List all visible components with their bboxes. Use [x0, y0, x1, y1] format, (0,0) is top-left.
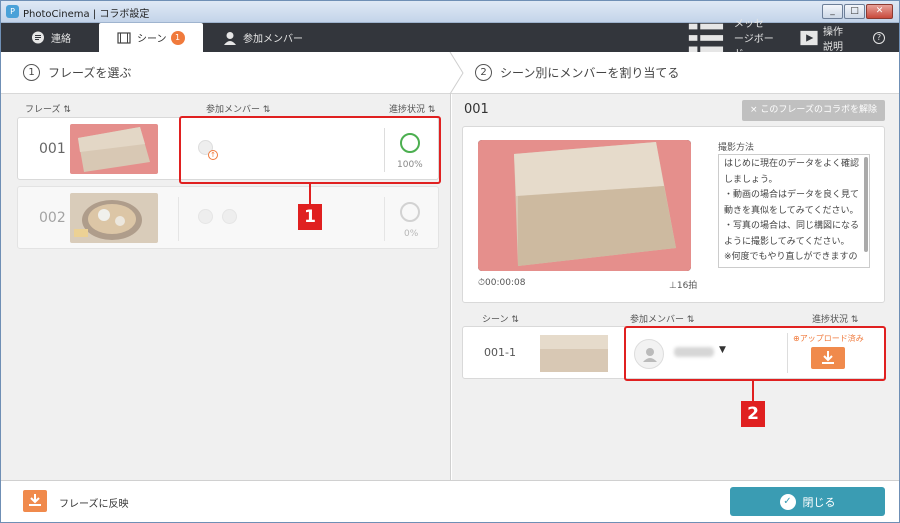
- tab-members[interactable]: 参加メンバー: [223, 23, 303, 52]
- chevron-divider-icon: [449, 52, 464, 94]
- window-title: PhotoCinema | コラボ設定: [23, 9, 150, 20]
- step-1-label: フレーズを選ぶ: [48, 66, 132, 80]
- app-window: P PhotoCinema | コラボ設定 _ □ ✕ 連絡 シーン 1 参加メ…: [0, 0, 900, 523]
- play-icon: [800, 30, 818, 45]
- close-button-label: 閉じる: [802, 495, 836, 509]
- member-avatar-icon: [222, 209, 237, 224]
- tab-members-label: 参加メンバー: [243, 34, 303, 45]
- scene-progress-column-header[interactable]: 進捗状況 ⇅: [812, 312, 858, 325]
- howto-title: 撮影方法: [718, 143, 755, 153]
- download-icon: [29, 494, 41, 506]
- progress-column-header[interactable]: 進捗状況 ⇅: [389, 102, 435, 115]
- howto-scrollbar[interactable]: [864, 157, 868, 252]
- scene-panel: 001 × このフレーズのコラボを解除 ⏱00:00:08 ⊥16拍 撮影方法 …: [452, 94, 899, 480]
- message-board-button[interactable]: メッセージボード: [686, 19, 774, 60]
- close-button[interactable]: ✓ 閉じる: [730, 487, 885, 516]
- phrase-thumbnail: [70, 193, 158, 243]
- maximize-button[interactable]: □: [844, 4, 865, 19]
- selected-phrase-title: 001: [464, 102, 489, 117]
- scene-members-column-header[interactable]: 参加メンバー ⇅: [630, 312, 694, 325]
- phrase-thumbnail: [70, 124, 158, 174]
- howto-line: ※何度でもやり直しができますので、気軽にトライしてみてください。: [724, 252, 858, 262]
- tab-contact[interactable]: 連絡: [31, 23, 71, 52]
- callout-2-highlight: [624, 326, 886, 381]
- step-1: 1 フレーズを選ぶ: [23, 64, 131, 81]
- duration: ⏱00:00:08: [478, 278, 526, 288]
- callout-1-line: [309, 182, 311, 204]
- callout-1-badge: 1: [298, 204, 322, 230]
- footer: フレーズに反映 ✓ 閉じる: [1, 480, 899, 522]
- film-icon: [117, 31, 131, 44]
- step-bar: 1 フレーズを選ぶ 2 シーン別にメンバーを割り当てる: [1, 52, 899, 94]
- howto-line: ・写真の場合は、同じ構図になるように撮影してみてください。: [724, 221, 860, 247]
- photocinema-icon: P: [6, 5, 19, 18]
- howto-line: ・動画の場合はデータを良く見て動きを真似をしてみてください。: [724, 190, 860, 216]
- scene-column-header[interactable]: シーン ⇅: [482, 312, 519, 325]
- divider: [384, 197, 385, 241]
- members-column-header[interactable]: 参加メンバー ⇅: [206, 102, 270, 115]
- minimize-button[interactable]: _: [822, 4, 843, 19]
- tab-contact-label: 連絡: [51, 34, 71, 45]
- member-avatar-icon: [198, 209, 213, 224]
- phrase-number: 001: [39, 141, 66, 157]
- person-icon: [224, 31, 236, 45]
- close-window-button[interactable]: ✕: [866, 4, 893, 19]
- phrase-number: 002: [39, 210, 66, 226]
- scene-number: 001-1: [484, 346, 516, 359]
- progress-empty-icon: [400, 202, 420, 222]
- phrase-panel: フレーズ ⇅ 参加メンバー ⇅ 進捗状況 ⇅ 001 ↑ 100% 002 0%…: [1, 94, 451, 480]
- scene-thumbnail: [540, 335, 608, 372]
- check-icon: ✓: [779, 493, 796, 510]
- phrase-card-002[interactable]: 002 0%: [17, 186, 439, 249]
- phrase-column-header[interactable]: フレーズ ⇅: [25, 102, 71, 115]
- callout-1-highlight: [179, 116, 441, 184]
- howto-line: はじめに現在のデータをよく確認しましょう。: [724, 159, 860, 185]
- callout-2-badge: 2: [741, 401, 765, 427]
- reflect-to-phrase-button[interactable]: [23, 490, 47, 512]
- step-1-number: 1: [23, 64, 40, 81]
- tab-scene-label: シーン: [137, 34, 167, 45]
- howto-label: 操作説明: [823, 26, 843, 53]
- howto-textarea[interactable]: はじめに現在のデータをよく確認しましょう。 ・動画の場合はデータを良く見て動きを…: [718, 154, 870, 268]
- step-2: 2 シーン別にメンバーを割り当てる: [475, 64, 679, 81]
- beat-count: ⊥16拍: [669, 281, 698, 291]
- howto-button[interactable]: 操作説明: [799, 23, 843, 53]
- step-2-label: シーン別にメンバーを割り当てる: [500, 66, 680, 80]
- divider: [178, 197, 179, 241]
- tab-bar: 連絡 シーン 1 参加メンバー メッセージボード 操作説明 ?: [1, 19, 899, 60]
- preview-box: ⏱00:00:08 ⊥16拍 撮影方法 はじめに現在のデータをよく確認しましょう…: [462, 126, 885, 303]
- help-icon: ?: [873, 31, 885, 44]
- callout-2-line: [752, 381, 754, 401]
- tab-scene[interactable]: シーン 1: [99, 23, 203, 52]
- unlink-collab-button[interactable]: × このフレーズのコラボを解除: [742, 100, 885, 121]
- help-button[interactable]: ?: [873, 23, 885, 52]
- reflect-to-phrase-label[interactable]: フレーズに反映: [59, 495, 129, 510]
- scene-count-badge: 1: [170, 30, 185, 45]
- progress-percent: 0%: [404, 229, 419, 239]
- scene-preview-image[interactable]: [478, 140, 691, 271]
- step-2-number: 2: [475, 64, 492, 81]
- speech-bubble-icon: [32, 31, 44, 43]
